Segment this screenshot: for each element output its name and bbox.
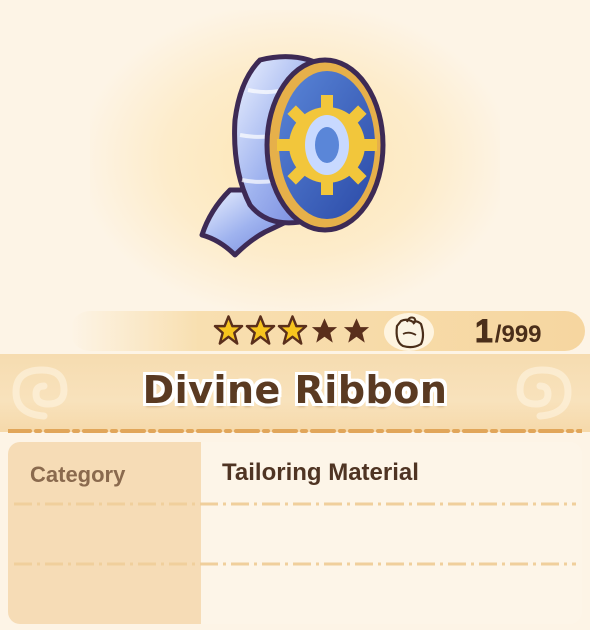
star-filled-icon [245,315,276,345]
info-row-label: Category [30,462,126,487]
item-name-title: Divine Ribbon [142,368,448,412]
title-divider [8,429,582,433]
owned-count-current: 1 [475,313,494,350]
info-row-value: Tailoring Material [222,459,419,486]
star-empty-icon [311,318,338,343]
owned-count-max: /999 [494,321,542,348]
item-detail-card: 1 /999 Divine Ribbon Category Tailoring … [0,0,590,630]
inventory-bag-icon [384,313,434,351]
ribbon-spool-icon [199,54,386,258]
owned-count: 1 /999 [475,313,542,350]
item-info-table: Category Tailoring Material [8,442,582,624]
row-divider [14,562,576,566]
star-empty-icon [343,318,370,343]
rarity-stars [213,314,372,346]
star-filled-icon [277,315,308,345]
row-divider [14,502,576,506]
star-filled-icon [213,315,244,345]
